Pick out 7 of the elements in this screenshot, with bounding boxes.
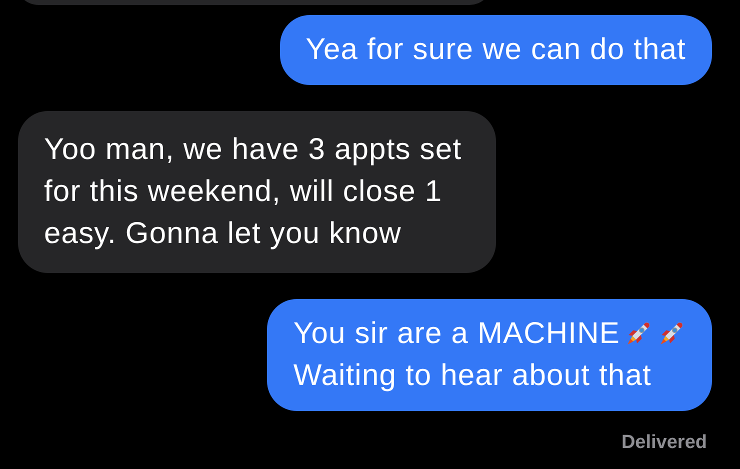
message-text: You sir are a MACHINE — [293, 316, 620, 352]
message-text: Yea for sure we can do that — [306, 32, 686, 68]
message-text: Yoo man, we have 3 appts set — [44, 132, 462, 168]
message-text: easy. Gonna let you know — [44, 216, 402, 252]
message-text: for this weekend, will close 1 — [44, 174, 442, 210]
message-text: Waiting to hear about that — [293, 358, 652, 394]
delivery-status: Delivered — [621, 432, 707, 454]
